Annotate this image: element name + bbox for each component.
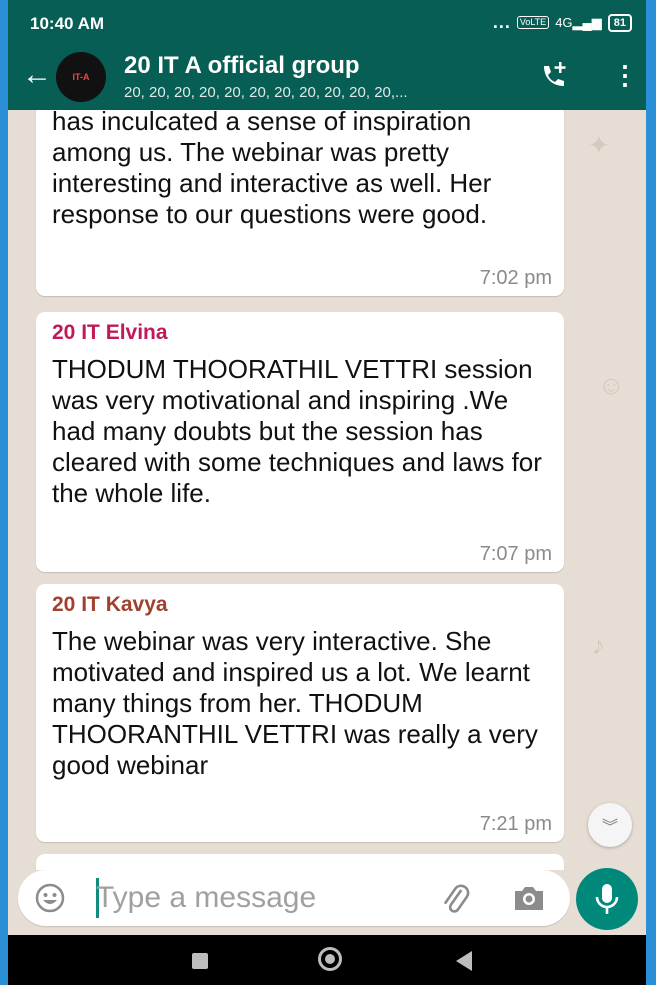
voice-record-button[interactable] — [576, 868, 638, 930]
wallpaper-doodle-icon: ♪ — [592, 630, 605, 660]
attach-icon[interactable] — [438, 882, 472, 916]
wallpaper-doodle-icon: ✦ — [588, 130, 610, 160]
add-call-icon[interactable] — [538, 60, 570, 92]
home-icon[interactable] — [318, 947, 342, 971]
message-time: 7:02 pm — [479, 267, 552, 289]
group-title[interactable]: 20 IT A official group — [124, 52, 360, 80]
message-bubble[interactable]: 20 IT Elvina THODUM THOORATHIL VETTRI se… — [36, 312, 564, 572]
chat-area[interactable]: ✦ ☺ ♪ has inculcated a sense of inspirat… — [8, 110, 646, 870]
status-time: 10:40 AM — [30, 14, 105, 33]
phone-screen: 10:40 AM ... VoLTE 4G▂▄▆ 81 ← IT-A 20 IT… — [8, 0, 646, 985]
network-type: 4G — [555, 14, 573, 30]
nav-back-icon[interactable] — [456, 951, 472, 971]
group-members[interactable]: 20, 20, 20, 20, 20, 20, 20, 20, 20, 20, … — [124, 84, 408, 101]
more-options-icon[interactable]: ⋮ — [612, 60, 638, 90]
message-bubble[interactable]: has inculcated a sense of inspiration am… — [36, 110, 564, 296]
message-time: 7:21 pm — [479, 813, 552, 835]
notification-dots-icon: ... — [492, 12, 511, 32]
message-input[interactable] — [94, 877, 428, 919]
message-sender[interactable]: 20 IT Elvina — [52, 320, 548, 346]
wallpaper-doodle-icon: ☺ — [598, 370, 625, 400]
message-text: The webinar was very interactive. She mo… — [52, 626, 538, 780]
microphone-icon — [595, 884, 619, 914]
group-avatar[interactable]: IT-A — [56, 52, 106, 102]
recents-icon[interactable] — [192, 953, 208, 969]
status-icons: ... VoLTE 4G▂▄▆ 81 — [493, 12, 632, 33]
message-text: THODUM THOORATHIL VETTRI session was ver… — [52, 354, 542, 508]
message-bubble-partial[interactable] — [36, 854, 564, 870]
android-nav-bar — [8, 935, 646, 985]
message-sender[interactable]: 20 IT Kavya — [52, 592, 548, 618]
message-input-bar — [18, 870, 570, 926]
double-chevron-down-icon: ︾ — [601, 819, 618, 836]
status-bar: 10:40 AM ... VoLTE 4G▂▄▆ 81 — [8, 0, 646, 44]
chat-header: ← IT-A 20 IT A official group 20, 20, 20… — [8, 44, 646, 110]
message-text: has inculcated a sense of inspiration am… — [52, 110, 492, 229]
emoji-icon[interactable] — [34, 882, 66, 914]
message-bubble[interactable]: 20 IT Kavya The webinar was very interac… — [36, 584, 564, 842]
volte-icon: VoLTE — [516, 16, 550, 29]
battery-icon: 81 — [607, 13, 632, 32]
message-time: 7:07 pm — [479, 543, 552, 565]
battery-level: 81 — [613, 16, 626, 29]
back-arrow-icon[interactable]: ← — [22, 58, 52, 92]
scroll-to-bottom-button[interactable]: ︾ — [588, 803, 632, 847]
avatar-text: IT-A — [72, 72, 90, 82]
camera-icon[interactable] — [512, 882, 546, 914]
signal-icon: 4G▂▄▆ — [555, 14, 602, 30]
